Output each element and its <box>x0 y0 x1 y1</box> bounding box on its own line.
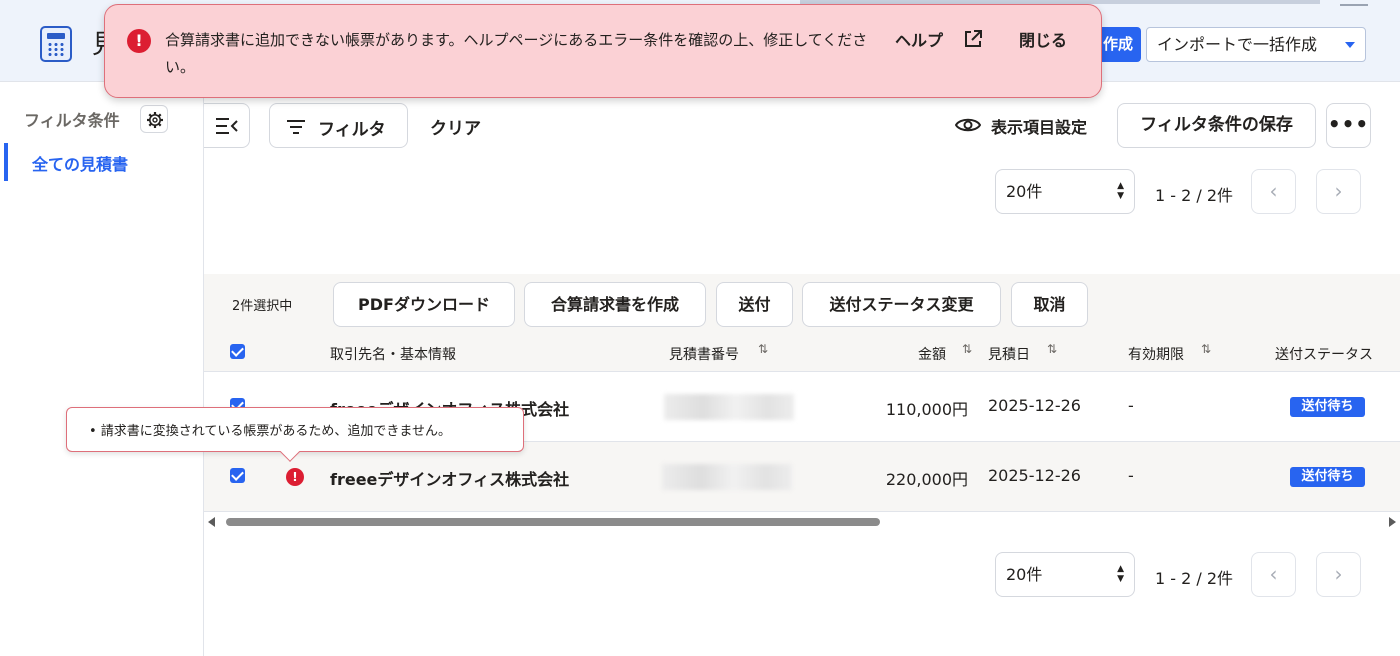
sidebar-item-all-quotes[interactable]: 全ての見積書 <box>4 143 204 181</box>
expiry-date: - <box>1128 466 1134 485</box>
create-combined-invoice-button[interactable]: 合算請求書を作成 <box>524 282 706 327</box>
sort-icon[interactable]: ⇅ <box>1201 342 1211 356</box>
sort-icon[interactable]: ⇅ <box>962 342 972 356</box>
display-settings-button[interactable]: 表示項目設定 <box>991 114 1087 138</box>
external-link-icon[interactable] <box>963 29 983 49</box>
import-button-label: インポートで一括作成 <box>1157 35 1318 54</box>
per-page-value: 20件 <box>1006 182 1043 201</box>
page-info: 1 - 2 / 2件 <box>1155 186 1234 205</box>
send-button[interactable]: 送付 <box>716 282 793 327</box>
table-row[interactable]: ! freeeデザインオフィス株式会社 220,000円 2025-12-26 … <box>204 442 1400 512</box>
amount: 220,000円 <box>885 470 968 489</box>
scroll-right-icon[interactable] <box>1389 517 1396 527</box>
collapse-menu-icon <box>216 118 238 134</box>
row-checkbox[interactable] <box>230 468 245 483</box>
per-page-select[interactable]: 20件 ▲ ▼ <box>995 169 1135 214</box>
help-link[interactable]: ヘルプ <box>895 27 943 51</box>
more-options-button[interactable]: ••• <box>1326 103 1371 148</box>
column-header-date[interactable]: 見積日 <box>988 344 1030 364</box>
filter-conditions-title: フィルタ条件 <box>24 111 120 130</box>
column-header-amount[interactable]: 金額 <box>918 344 946 364</box>
prev-page-button[interactable]: ‹ <box>1251 169 1296 214</box>
per-page-select-bottom[interactable]: 20件 ▲ ▼ <box>995 552 1135 597</box>
column-header-client: 取引先名・基本情報 <box>330 347 456 363</box>
error-banner: ! 合算請求書に追加できない帳票があります。ヘルプページにあるエラー条件を確認の… <box>104 4 1102 98</box>
error-tooltip: • 請求書に変換されている帳票があるため、追加できません。 <box>66 407 524 462</box>
scrollbar-thumb[interactable] <box>226 518 880 526</box>
amount: 110,000円 <box>885 400 968 419</box>
pdf-download-button[interactable]: PDFダウンロード <box>333 282 515 327</box>
prev-page-button[interactable]: ‹ <box>1251 552 1296 597</box>
caret-down-icon <box>1345 42 1355 48</box>
filter-settings-button[interactable] <box>140 105 168 133</box>
sort-icon[interactable]: ⇅ <box>758 342 768 356</box>
error-message: 合算請求書に追加できない帳票があります。ヘルプページにあるエラー条件を確認の上、… <box>165 31 868 76</box>
column-header-status: 送付ステータス <box>1275 347 1373 363</box>
sort-icon[interactable]: ⇅ <box>1047 342 1057 356</box>
status-badge: 送付待ち <box>1290 467 1365 487</box>
quote-number-redacted <box>664 394 794 420</box>
sidebar-item-label: 全ての見積書 <box>32 155 129 174</box>
quote-date: 2025-12-26 <box>988 396 1081 415</box>
filter-icon <box>287 120 305 134</box>
table-header: 取引先名・基本情報 見積書番号 ⇅ 金額 ⇅ 見積日 ⇅ 有効期限 ⇅ 送付ステ… <box>204 334 1400 372</box>
next-page-button[interactable]: › <box>1316 552 1361 597</box>
page-info-bottom: 1 - 2 / 2件 <box>1155 569 1234 588</box>
select-all-checkbox[interactable] <box>230 344 245 359</box>
per-page-value: 20件 <box>1006 565 1043 584</box>
save-filter-button[interactable]: フィルタ条件の保存 <box>1117 103 1316 148</box>
gear-icon <box>147 112 163 128</box>
import-bulk-create-button[interactable]: インポートで一括作成 <box>1146 27 1366 62</box>
quote-date: 2025-12-26 <box>988 466 1081 485</box>
close-button[interactable]: 閉じる <box>1019 27 1067 51</box>
filter-sidebar: フィルタ条件 全ての見積書 <box>0 83 204 656</box>
cancel-button[interactable]: 取消 <box>1011 282 1088 327</box>
error-icon[interactable]: ! <box>286 468 304 486</box>
minimize-icon[interactable] <box>1340 0 1368 6</box>
clear-button[interactable]: クリア <box>430 114 481 139</box>
bulk-action-bar: 2件選択中 PDFダウンロード 合算請求書を作成 送付 送付ステータス変更 取消 <box>204 274 1400 334</box>
change-send-status-button[interactable]: 送付ステータス変更 <box>802 282 1001 327</box>
expiry-date: - <box>1128 396 1134 415</box>
column-header-number[interactable]: 見積書番号 <box>669 344 739 364</box>
error-icon: ! <box>127 29 151 53</box>
eye-icon <box>955 118 981 132</box>
client-name[interactable]: freeeデザインオフィス株式会社 <box>330 466 569 490</box>
calculator-icon <box>40 26 72 62</box>
scroll-left-icon[interactable] <box>208 517 215 527</box>
column-header-expiry[interactable]: 有効期限 <box>1128 344 1184 364</box>
filter-button-label: フィルタ <box>318 120 386 140</box>
filter-button[interactable]: フィルタ <box>269 103 408 148</box>
quote-number-redacted <box>662 464 792 490</box>
next-page-button[interactable]: › <box>1316 169 1361 214</box>
tooltip-text: • 請求書に変換されている帳票があるため、追加できません。 <box>89 424 452 439</box>
select-arrows-icon: ▲ ▼ <box>1117 564 1124 584</box>
status-badge: 送付待ち <box>1290 397 1365 417</box>
select-arrows-icon: ▲ ▼ <box>1117 181 1124 201</box>
horizontal-scrollbar[interactable] <box>204 514 1400 532</box>
selected-count: 2件選択中 <box>232 299 293 314</box>
collapse-sidebar-button[interactable] <box>204 103 250 148</box>
